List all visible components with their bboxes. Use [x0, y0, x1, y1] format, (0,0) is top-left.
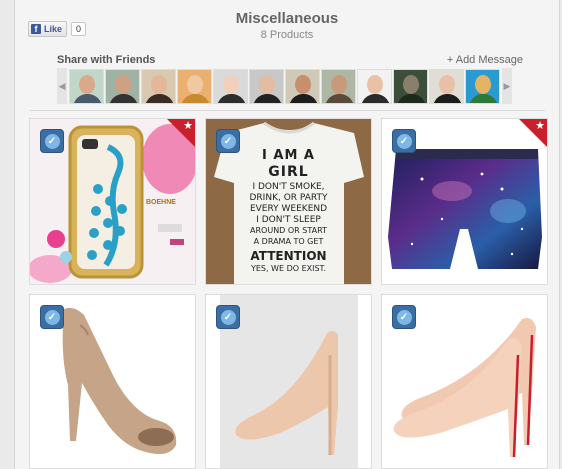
selected-checkbox[interactable]: ✓	[216, 305, 240, 329]
divider	[29, 110, 545, 111]
friend-avatar[interactable]	[69, 68, 104, 104]
avatar-body	[433, 93, 462, 103]
avatar-face	[367, 74, 383, 94]
avatar-face	[439, 74, 455, 94]
avatar-body	[73, 93, 102, 103]
avatar-face	[331, 74, 347, 94]
star-icon: ★	[183, 120, 193, 132]
product-card-tshirt[interactable]: I AM A GIRL I DON'T SMOKE, DRINK, OR PAR…	[205, 118, 372, 285]
friends-carousel: ◀ ▶	[57, 68, 525, 104]
star-icon: ★	[535, 120, 545, 132]
chevron-right-icon[interactable]: ▶	[502, 68, 512, 104]
avatar-face	[223, 74, 239, 94]
avatar-face	[151, 74, 167, 94]
checkmark-icon: ✓	[44, 133, 60, 149]
phone-case-brand-text: BOEHNE	[146, 199, 176, 206]
tshirt-line-3: I DON'T SMOKE,	[252, 182, 325, 192]
tshirt-line-4: DRINK, OR PARTY	[249, 193, 328, 203]
product-card-galaxy-shorts[interactable]: ★ ✓	[381, 118, 548, 285]
avatar-body	[289, 93, 318, 103]
avatar-body	[109, 93, 138, 103]
avatar-face	[115, 74, 131, 94]
friend-avatar[interactable]	[285, 68, 320, 104]
avatar-face	[475, 74, 491, 94]
product-card-phone-case[interactable]: BOEHNE ★ ✓	[29, 118, 196, 285]
share-with-friends-label: Share with Friends	[57, 54, 156, 66]
avatar-body	[361, 93, 390, 103]
selected-checkbox[interactable]: ✓	[392, 305, 416, 329]
friend-avatar[interactable]	[465, 68, 500, 104]
checkmark-icon: ✓	[220, 133, 236, 149]
checkmark-icon: ✓	[396, 309, 412, 325]
checkmark-icon: ✓	[220, 309, 236, 325]
friend-avatar[interactable]	[321, 68, 356, 104]
friend-avatar[interactable]	[177, 68, 212, 104]
avatar-body	[325, 93, 354, 103]
friend-avatar[interactable]	[357, 68, 392, 104]
tshirt-line-8: A DRAMA TO GET	[253, 237, 324, 246]
selected-checkbox[interactable]: ✓	[392, 129, 416, 153]
checkmark-icon: ✓	[44, 309, 60, 325]
selected-checkbox[interactable]: ✓	[216, 129, 240, 153]
friend-avatar[interactable]	[249, 68, 284, 104]
avatar-body	[397, 93, 426, 103]
selected-checkbox[interactable]: ✓	[40, 305, 64, 329]
avatar-body	[181, 93, 210, 103]
avatar-face	[79, 74, 95, 94]
tshirt-line-5: EVERY WEEKEND	[249, 204, 328, 214]
friend-avatar[interactable]	[141, 68, 176, 104]
friend-avatar[interactable]	[105, 68, 140, 104]
friend-avatars	[69, 68, 500, 104]
add-message-link[interactable]: + Add Message	[447, 54, 523, 66]
selected-checkbox[interactable]: ✓	[40, 129, 64, 153]
product-card-nude-pumps-pair[interactable]: ✓	[381, 294, 548, 469]
avatar-body	[469, 93, 498, 103]
collection-title: Miscellaneous	[235, 10, 339, 27]
tshirt-line-10: YES, WE DO EXIST.	[250, 264, 327, 273]
avatar-body	[145, 93, 174, 103]
avatar-face	[403, 74, 419, 94]
checkmark-icon: ✓	[396, 133, 412, 149]
product-card-nude-pump[interactable]: ✓	[205, 294, 372, 469]
avatar-face	[259, 74, 275, 94]
friend-avatar[interactable]	[429, 68, 464, 104]
product-count: 8 Products	[260, 29, 314, 41]
tshirt-line-6: I DON'T SLEEP	[256, 215, 321, 225]
friend-avatar[interactable]	[393, 68, 428, 104]
avatar-face	[295, 74, 311, 94]
tshirt-line-2: GIRL	[268, 164, 309, 180]
avatar-face	[187, 74, 203, 94]
avatar-body	[217, 93, 246, 103]
chevron-left-icon[interactable]: ◀	[57, 68, 67, 104]
tshirt-line-7: AROUND OR START	[250, 226, 327, 235]
avatar-body	[253, 93, 282, 103]
product-card-suede-pump[interactable]: ✓	[29, 294, 196, 469]
friend-avatar[interactable]	[213, 68, 248, 104]
tshirt-line-9: ATTENTION	[250, 249, 327, 263]
collection-panel: f Like 0 Miscellaneous 8 Products Share …	[14, 0, 560, 469]
